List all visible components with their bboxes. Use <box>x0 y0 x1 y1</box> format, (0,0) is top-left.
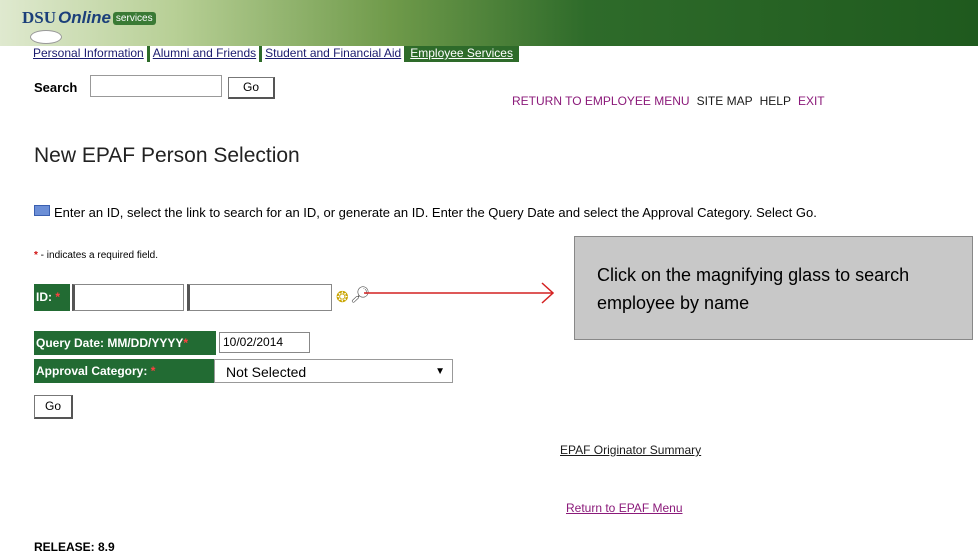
comment-icon <box>34 205 50 216</box>
return-to-employee-menu-link[interactable]: RETURN TO EMPLOYEE MENU <box>512 94 690 108</box>
logo-services-text: services <box>112 12 156 25</box>
id-name-input[interactable] <box>187 284 332 311</box>
query-date-label: Query Date: MM/DD/YYYY* <box>34 331 216 355</box>
search-label: Search <box>34 80 78 95</box>
logo-online-text: Online <box>58 8 111 27</box>
search-input[interactable] <box>90 75 222 97</box>
required-note: * - indicates a required field. <box>34 250 158 261</box>
search-go-button[interactable]: Go <box>228 77 275 99</box>
id-label-text: ID: <box>36 290 52 304</box>
epaf-originator-summary-link[interactable]: EPAF Originator Summary <box>560 443 701 457</box>
header-banner: DSU Online services <box>0 0 978 46</box>
chevron-down-icon: ▼ <box>435 366 445 377</box>
tab-employee-services[interactable]: Employee Services <box>407 46 519 62</box>
tab-student-and-financial-aid[interactable]: Student and Financial Aid <box>262 46 408 62</box>
approval-required-star-icon: * <box>150 364 156 378</box>
instructions-text: Enter an ID, select the link to search f… <box>54 205 817 220</box>
exit-link[interactable]: EXIT <box>798 94 825 108</box>
instructions: Enter an ID, select the link to search f… <box>34 205 817 220</box>
logo-swoosh-icon <box>30 30 62 44</box>
go-button[interactable]: Go <box>34 395 73 419</box>
approval-category-label-text: Approval Category: <box>36 364 148 378</box>
required-note-text: - indicates a required field. <box>37 250 158 261</box>
id-input[interactable] <box>72 284 184 311</box>
instruction-callout: Click on the magnifying glass to search … <box>574 236 973 340</box>
return-to-epaf-menu-link[interactable]: Return to EPAF Menu <box>566 501 683 515</box>
help-link[interactable]: HELP <box>760 94 791 108</box>
id-label: ID: * <box>34 284 70 311</box>
release-version: RELEASE: 8.9 <box>34 540 115 554</box>
id-required-star-icon: * <box>55 290 61 304</box>
page-title: New EPAF Person Selection <box>34 144 300 167</box>
query-date-label-text: Query Date: MM/DD/YYYY <box>36 336 184 350</box>
tab-alumni-and-friends[interactable]: Alumni and Friends <box>149 46 263 62</box>
approval-category-select[interactable]: Not Selected ▼ <box>214 359 453 383</box>
callout-arrow <box>364 282 554 304</box>
site-map-link[interactable]: SITE MAP <box>697 94 753 108</box>
query-date-required-star-icon: * <box>183 336 189 350</box>
dsu-online-logo: DSU Online services <box>22 8 156 28</box>
query-date-input[interactable]: 10/02/2014 <box>219 332 310 353</box>
main-nav-tabs: Personal Information Alumni and Friends … <box>30 46 519 62</box>
tab-personal-information[interactable]: Personal Information <box>30 46 150 62</box>
logo-dsu-text: DSU <box>22 8 57 27</box>
approval-category-value: Not Selected <box>226 364 307 380</box>
approval-category-label: Approval Category: * <box>34 359 216 383</box>
top-links: RETURN TO EMPLOYEE MENU SITE MAP HELP EXIT <box>512 94 832 108</box>
generate-id-icon[interactable]: ❂ <box>336 288 349 306</box>
